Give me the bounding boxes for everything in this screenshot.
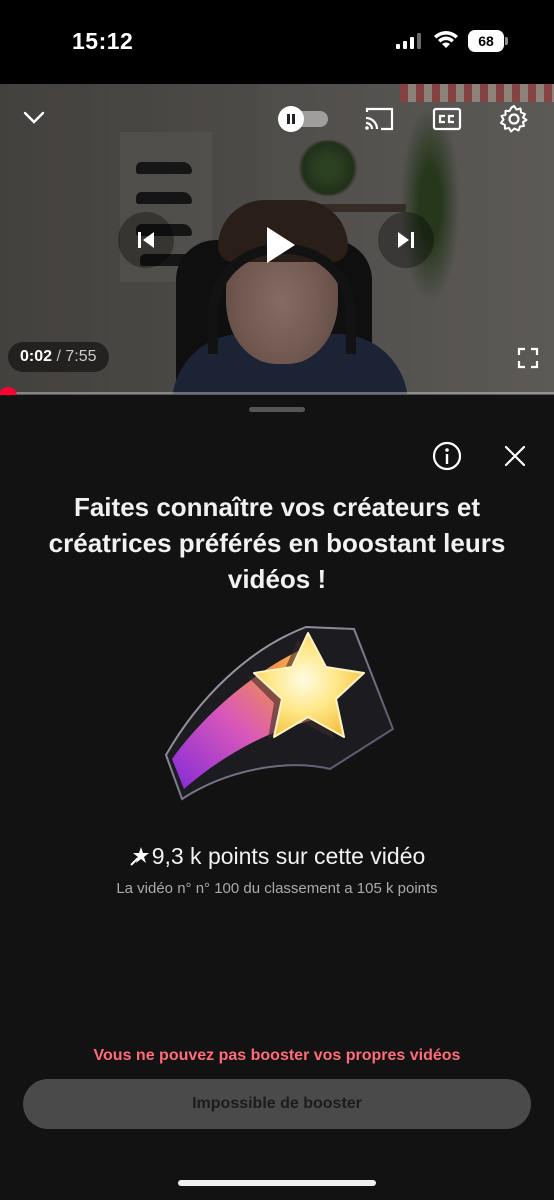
cast-icon <box>365 107 394 131</box>
total-duration: 7:55 <box>65 348 97 365</box>
gear-icon <box>500 105 528 133</box>
cc-icon <box>432 107 462 131</box>
points-text: 9,3 k points sur cette vidéo <box>151 843 426 869</box>
warning-text: Vous ne pouvez pas booster vos propres v… <box>93 1047 461 1064</box>
next-video-button[interactable] <box>378 212 434 268</box>
status-time: 15:12 <box>72 28 134 54</box>
wifi-icon <box>434 31 458 48</box>
home-indicator[interactable] <box>178 1180 376 1186</box>
time-display: 0:02 / 7:55 <box>8 342 109 372</box>
battery-icon: 68 <box>468 30 508 52</box>
points-info: 9,3 k points sur cette vidéo <box>0 843 554 870</box>
boost-sheet: Faites connaître vos créateurs et créatr… <box>0 395 554 1200</box>
play-icon <box>267 227 295 263</box>
chevron-down-icon <box>23 111 45 124</box>
time-separator: / <box>56 348 61 365</box>
close-button[interactable] <box>498 439 532 473</box>
fullscreen-button[interactable] <box>514 344 542 372</box>
cellular-signal-icon <box>396 33 421 49</box>
play-button[interactable] <box>246 212 312 278</box>
video-player[interactable]: 0:02 / 7:55 <box>0 84 554 394</box>
shooting-star-icon <box>164 625 395 801</box>
captions-button[interactable] <box>430 104 464 134</box>
previous-icon <box>138 232 154 248</box>
battery-tip <box>505 37 508 45</box>
pause-icon <box>287 114 295 124</box>
info-button[interactable] <box>430 439 464 473</box>
previous-video-button[interactable] <box>118 212 174 268</box>
boost-points-icon <box>129 847 149 866</box>
battery-level: 68 <box>468 30 504 52</box>
rank-text: La vidéo n° n° 100 du classement a 105 k… <box>116 880 438 897</box>
autoplay-toggle[interactable] <box>278 106 330 132</box>
next-icon <box>398 232 414 248</box>
collapse-player-button[interactable] <box>18 102 50 134</box>
boost-button[interactable]: Impossible de booster <box>23 1079 531 1129</box>
current-time: 0:02 <box>20 348 53 365</box>
sheet-drag-handle[interactable] <box>249 407 305 412</box>
toggle-knob <box>278 106 304 132</box>
fullscreen-icon <box>517 347 539 369</box>
sheet-headline: Faites connaître vos créateurs et créatr… <box>48 492 506 594</box>
close-icon <box>504 445 526 467</box>
cast-button[interactable] <box>362 104 396 134</box>
settings-button[interactable] <box>497 102 531 136</box>
info-icon <box>432 441 462 471</box>
status-bar: 15:12 68 <box>0 0 554 84</box>
